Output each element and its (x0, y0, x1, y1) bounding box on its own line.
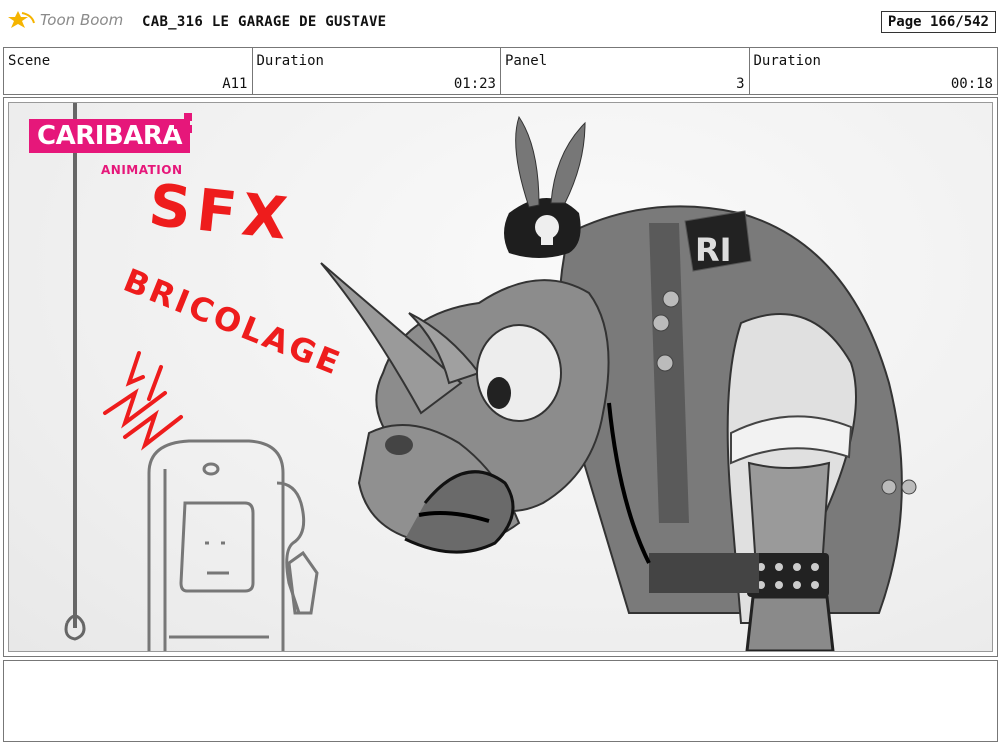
studio-logo: CARIBARA ANIMATION (29, 113, 192, 177)
page-title: CAB_316 LE GARAGE DE GUSTAVE (142, 14, 387, 30)
app-name: Toon Boom (40, 11, 124, 29)
studio-name: CARIBARA (29, 119, 190, 153)
panel-label: Panel (505, 53, 548, 69)
scene-value: A11 (222, 76, 248, 92)
svg-text:RI: RI (695, 231, 732, 269)
studio-logo-mark-icon (174, 113, 192, 133)
panel-duration-value: 00:18 (950, 76, 993, 92)
scene-duration-label: Duration (256, 53, 324, 69)
scene-duration-cell: Duration 01:23 (253, 48, 501, 94)
toon-boom-star-icon (8, 11, 35, 28)
toon-boom-logo: Toon Boom (8, 9, 123, 31)
panel-duration-cell: Duration 00:18 (750, 48, 998, 94)
gas-pump-sketch (147, 439, 319, 651)
scene-label: Scene (8, 53, 51, 69)
storyboard-panel[interactable]: RI CARIBARA ANIMATION SFX BRICOLAGE (3, 97, 998, 657)
panel-info-table: Scene A11 Duration 01:23 Panel 3 Duratio… (3, 47, 998, 95)
caption-box[interactable] (3, 660, 998, 742)
panel-value: 3 (736, 76, 745, 92)
panel-artwork: RI CARIBARA ANIMATION SFX BRICOLAGE (8, 102, 993, 652)
panel-duration-label: Duration (753, 53, 821, 69)
header-bar: Toon Boom CAB_316 LE GARAGE DE GUSTAVE P… (0, 0, 1000, 46)
page-counter: Page 166/542 (880, 11, 996, 33)
rhino-biker-character: RI (320, 115, 917, 651)
lightning-scribble (103, 351, 183, 451)
scene-duration-value: 01:23 (453, 76, 496, 92)
scene-cell: Scene A11 (4, 48, 253, 94)
panel-cell: Panel 3 (501, 48, 750, 94)
